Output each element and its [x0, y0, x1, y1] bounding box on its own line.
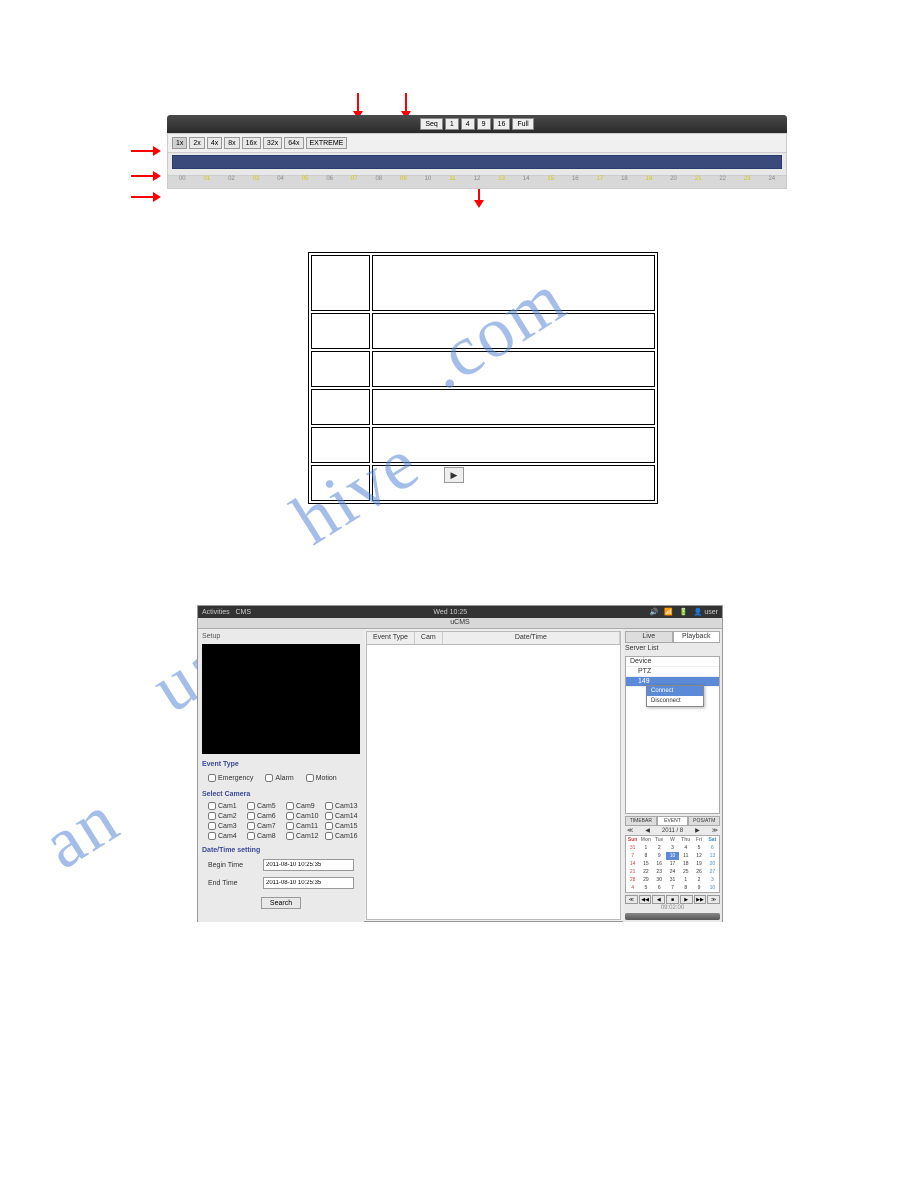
- battery-icon: 🔋: [679, 608, 688, 616]
- speed-bar: 1x2x4x8x16x32x64xEXTREME: [167, 133, 787, 153]
- speed-64x-button[interactable]: 64x: [284, 137, 303, 149]
- view-1-button[interactable]: 1: [445, 118, 459, 130]
- time-ruler: 0001020304050607080910111213141516171819…: [167, 176, 787, 189]
- cam2-checkbox[interactable]: Cam2: [208, 812, 243, 820]
- cam16-checkbox[interactable]: Cam16: [325, 832, 360, 840]
- cam6-checkbox[interactable]: Cam6: [247, 812, 282, 820]
- cam12-checkbox[interactable]: Cam12: [286, 832, 321, 840]
- description-table: [308, 252, 658, 504]
- next-month[interactable]: ▶: [695, 827, 700, 834]
- tab-live[interactable]: Live: [625, 631, 673, 643]
- event-motion-checkbox[interactable]: Motion: [306, 774, 337, 782]
- view-4-button[interactable]: 4: [461, 118, 475, 130]
- speed-extreme-button[interactable]: EXTREME: [306, 137, 348, 149]
- speed-4x-button[interactable]: 4x: [207, 137, 222, 149]
- end-time-input[interactable]: [263, 877, 354, 889]
- event-emergency-checkbox[interactable]: Emergency: [208, 774, 253, 782]
- cam11-checkbox[interactable]: Cam11: [286, 822, 321, 830]
- view-full-button[interactable]: Full: [512, 118, 533, 130]
- tab-posatm[interactable]: POS/ATM: [688, 816, 720, 826]
- ctx-connect[interactable]: Connect: [647, 686, 703, 696]
- month-label: 2011 / 8: [662, 828, 683, 834]
- tab-event[interactable]: EVENT: [657, 816, 689, 826]
- playback-button[interactable]: ◀◀: [639, 895, 652, 904]
- search-button[interactable]: Search: [261, 897, 301, 909]
- col-cam: Cam: [415, 632, 443, 644]
- timeline-track[interactable]: [167, 153, 787, 176]
- play-icon: ▶: [444, 467, 464, 483]
- view-mode-bar: Seq14916Full: [167, 115, 787, 133]
- tab-playback[interactable]: Playback: [673, 631, 721, 643]
- right-panel: Live Playback Server List Device PTZ 149…: [623, 629, 722, 922]
- context-menu: Connect Disconnect: [646, 685, 704, 707]
- device-item[interactable]: Device: [626, 657, 719, 667]
- setup-label: Setup: [202, 633, 360, 640]
- cam1-checkbox[interactable]: Cam1: [208, 802, 243, 810]
- event-type-heading: Event Type: [202, 761, 360, 768]
- speed-8x-button[interactable]: 8x: [224, 137, 239, 149]
- timecode: 09:02:00: [625, 905, 720, 911]
- cam5-checkbox[interactable]: Cam5: [247, 802, 282, 810]
- view-seq-button[interactable]: Seq: [420, 118, 442, 130]
- select-camera-heading: Select Camera: [202, 791, 360, 798]
- cms-screenshot: Activities CMS Wed 10:25 🔊📶🔋👤 user uCMS …: [197, 605, 723, 922]
- playback-control-screenshot: Seq14916Full 1x2x4x8x16x32x64xEXTREME 00…: [167, 115, 787, 189]
- playback-button[interactable]: ▶: [680, 895, 693, 904]
- cam15-checkbox[interactable]: Cam15: [325, 822, 360, 830]
- calendar[interactable]: SunMonTueWThuFriSat311234567891011121314…: [625, 835, 720, 893]
- speed-1x-button[interactable]: 1x: [172, 137, 187, 149]
- tab-timebar[interactable]: TIMEBAR: [625, 816, 657, 826]
- server-list-label: Server List: [625, 645, 720, 652]
- cam10-checkbox[interactable]: Cam10: [286, 812, 321, 820]
- speaker-icon: 🔊: [650, 608, 659, 616]
- speed-2x-button[interactable]: 2x: [189, 137, 204, 149]
- cam14-checkbox[interactable]: Cam14: [325, 812, 360, 820]
- playback-button[interactable]: ≪: [625, 895, 638, 904]
- col-event-type: Event Type: [367, 632, 415, 644]
- playback-button[interactable]: ▶▶: [694, 895, 707, 904]
- server-list[interactable]: Device PTZ 149 Connect Disconnect: [625, 656, 720, 814]
- video-preview: [202, 644, 360, 754]
- watermark: an: [28, 777, 133, 886]
- ptz-item[interactable]: PTZ: [626, 667, 719, 677]
- cam8-checkbox[interactable]: Cam8: [247, 832, 282, 840]
- cam4-checkbox[interactable]: Cam4: [208, 832, 243, 840]
- mini-timeline[interactable]: [625, 913, 720, 920]
- event-alarm-checkbox[interactable]: Alarm: [265, 774, 293, 782]
- playback-button[interactable]: ◀: [652, 895, 665, 904]
- next-year[interactable]: ≫: [712, 827, 718, 834]
- window-title: uCMS: [198, 618, 722, 629]
- speed-32x-button[interactable]: 32x: [263, 137, 282, 149]
- playback-button[interactable]: ≫: [707, 895, 720, 904]
- begin-time-input[interactable]: [263, 859, 354, 871]
- cam7-checkbox[interactable]: Cam7: [247, 822, 282, 830]
- os-taskbar: Activities CMS Wed 10:25 🔊📶🔋👤 user: [198, 606, 722, 618]
- datetime-heading: Date/Time setting: [202, 847, 360, 854]
- end-time-label: End Time: [208, 880, 238, 887]
- playback-button[interactable]: ■: [666, 895, 679, 904]
- left-panel: Setup Event Type Emergency Alarm Motion Se…: [198, 629, 364, 922]
- prev-year[interactable]: ≪: [627, 827, 633, 834]
- wifi-icon: 📶: [664, 608, 673, 616]
- event-list-panel: Event Type Cam Date/Time: [366, 631, 621, 920]
- view-16-button[interactable]: 16: [493, 118, 511, 130]
- prev-month[interactable]: ◀: [645, 827, 650, 834]
- speed-16x-button[interactable]: 16x: [242, 137, 261, 149]
- col-datetime: Date/Time: [443, 632, 620, 644]
- begin-time-label: Begin Time: [208, 862, 243, 869]
- cam9-checkbox[interactable]: Cam9: [286, 802, 321, 810]
- ctx-disconnect[interactable]: Disconnect: [647, 696, 703, 706]
- view-9-button[interactable]: 9: [477, 118, 491, 130]
- cam3-checkbox[interactable]: Cam3: [208, 822, 243, 830]
- cam13-checkbox[interactable]: Cam13: [325, 802, 360, 810]
